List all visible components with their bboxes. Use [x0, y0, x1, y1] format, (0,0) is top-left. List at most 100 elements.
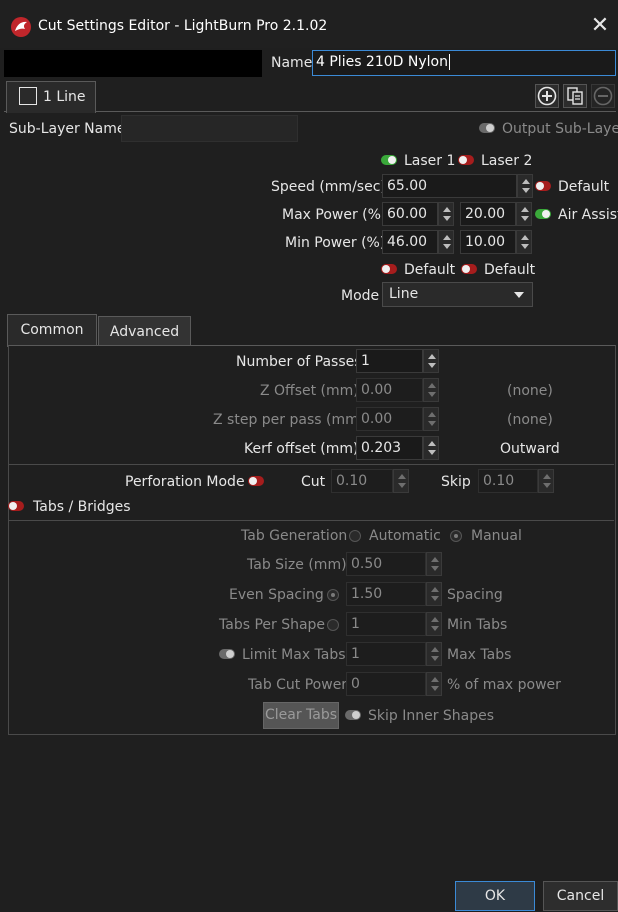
- skip-input[interactable]: 0.10: [478, 469, 538, 493]
- layer-color-swatch: [4, 50, 262, 77]
- limit-max-tabs-toggle[interactable]: [219, 649, 235, 659]
- laser2-toggle[interactable]: [458, 155, 474, 165]
- close-icon[interactable]: ✕: [588, 14, 612, 38]
- layer-enable-checkbox[interactable]: [19, 87, 37, 105]
- laser2-default-toggle[interactable]: [461, 264, 477, 274]
- max-power-input-2[interactable]: 20.00: [460, 202, 516, 226]
- tabs-divider: [9, 520, 614, 521]
- skip-inner-shapes-label: Skip Inner Shapes: [368, 708, 495, 724]
- perforation-label: Perforation Mode: [125, 474, 245, 490]
- sublayer-name-input[interactable]: [121, 115, 298, 142]
- cut-label: Cut: [301, 474, 326, 490]
- manual-label: Manual: [471, 528, 522, 544]
- kerf-label: Kerf offset (mm): [244, 441, 359, 457]
- perforation-toggle[interactable]: [248, 476, 264, 486]
- min-power-input-2[interactable]: 10.00: [460, 230, 516, 254]
- min-power-label: Min Power (%): [285, 235, 386, 251]
- z-offset-input[interactable]: 0.00: [356, 378, 423, 402]
- z-step-spinner[interactable]: [423, 407, 439, 431]
- tab-advanced[interactable]: Advanced: [98, 316, 191, 346]
- ok-button[interactable]: OK: [455, 881, 535, 911]
- z-step-input[interactable]: 0.00: [356, 407, 423, 431]
- pct-max-power-label: % of max power: [447, 677, 561, 693]
- z-offset-spinner[interactable]: [423, 378, 439, 402]
- duplicate-sublayer-button[interactable]: [563, 84, 587, 108]
- output-sublayer-toggle[interactable]: [479, 123, 495, 133]
- tab-cut-power-spinner[interactable]: [426, 672, 442, 696]
- sublayer-name-label: Sub-Layer Name: [9, 121, 126, 137]
- remove-sublayer-button[interactable]: [591, 84, 615, 108]
- z-offset-note: (none): [507, 383, 553, 399]
- tab-size-spinner[interactable]: [426, 552, 442, 576]
- manual-radio[interactable]: [450, 530, 462, 542]
- limit-max-tabs-input[interactable]: 1: [346, 642, 426, 666]
- passes-spinner[interactable]: [423, 349, 439, 373]
- lightburn-logo-icon: [11, 17, 31, 37]
- spacing-label: Spacing: [447, 587, 503, 603]
- kerf-spinner[interactable]: [423, 436, 439, 460]
- cut-spinner[interactable]: [393, 469, 409, 493]
- speed-input[interactable]: 65.00: [382, 174, 517, 198]
- window-title: Cut Settings Editor - LightBurn Pro 2.1.…: [38, 18, 328, 34]
- automatic-radio[interactable]: [349, 530, 361, 542]
- even-spacing-label: Even Spacing: [229, 587, 324, 603]
- air-assist-toggle[interactable]: [535, 209, 551, 219]
- mode-select[interactable]: Line: [382, 282, 533, 307]
- skip-spinner[interactable]: [538, 469, 554, 493]
- section-divider: [9, 464, 614, 465]
- tab-size-label: Tab Size (mm): [247, 557, 347, 573]
- tabs-per-shape-spinner[interactable]: [426, 612, 442, 636]
- tabs-per-shape-input[interactable]: 1: [346, 612, 426, 636]
- laser2-default-label: Default: [484, 262, 536, 278]
- name-label: Name: [271, 55, 313, 71]
- output-sublayer-label: Output Sub-Layer: [502, 121, 618, 137]
- passes-input[interactable]: 1: [356, 349, 423, 373]
- even-spacing-input[interactable]: 1.50: [346, 582, 426, 606]
- clear-tabs-button[interactable]: Clear Tabs: [263, 702, 339, 729]
- min-power-spinner-2[interactable]: [516, 230, 532, 254]
- cut-input[interactable]: 0.10: [331, 469, 393, 493]
- laser2-label: Laser 2: [481, 153, 533, 169]
- laser1-default-toggle[interactable]: [381, 264, 397, 274]
- speed-spinner[interactable]: [517, 174, 533, 198]
- speed-default-label: Default: [558, 179, 610, 195]
- copy-icon: [567, 87, 583, 105]
- min-power-input-1[interactable]: 46.00: [382, 230, 438, 254]
- plus-circle-icon: [537, 86, 557, 106]
- chevron-down-icon: [514, 292, 524, 298]
- cancel-button[interactable]: Cancel: [543, 881, 618, 911]
- speed-label: Speed (mm/sec): [271, 179, 386, 195]
- name-input[interactable]: 4 Plies 210D Nylon: [312, 50, 616, 76]
- even-spacing-spinner[interactable]: [426, 582, 442, 606]
- z-offset-label: Z Offset (mm): [260, 383, 359, 399]
- add-sublayer-button[interactable]: [535, 84, 559, 108]
- air-assist-label: Air Assist: [558, 207, 618, 223]
- tab-common[interactable]: Common: [7, 314, 97, 347]
- speed-default-toggle[interactable]: [535, 181, 551, 191]
- tabs-per-shape-radio[interactable]: [327, 619, 339, 631]
- skip-inner-shapes-toggle[interactable]: [345, 710, 361, 720]
- layer-tab-label: 1 Line: [43, 89, 86, 105]
- kerf-input[interactable]: 0.203: [356, 436, 423, 460]
- skip-label: Skip: [441, 474, 471, 490]
- laser1-default-label: Default: [404, 262, 456, 278]
- tabs-per-shape-label: Tabs Per Shape: [219, 617, 326, 633]
- automatic-label: Automatic: [369, 528, 441, 544]
- minus-circle-icon: [593, 86, 613, 106]
- max-power-spinner-2[interactable]: [516, 202, 532, 226]
- min-power-spinner-1[interactable]: [438, 230, 454, 254]
- max-power-label: Max Power (%): [282, 207, 387, 223]
- z-step-note: (none): [507, 412, 553, 428]
- limit-max-tabs-label: Limit Max Tabs: [242, 647, 346, 663]
- max-power-input-1[interactable]: 60.00: [382, 202, 438, 226]
- mode-label: Mode: [341, 288, 380, 304]
- limit-max-tabs-spinner[interactable]: [426, 642, 442, 666]
- even-spacing-radio[interactable]: [327, 589, 339, 601]
- tab-size-input[interactable]: 0.50: [346, 552, 426, 576]
- laser1-toggle[interactable]: [381, 155, 397, 165]
- tabs-bridges-label: Tabs / Bridges: [33, 499, 131, 515]
- max-power-spinner-1[interactable]: [438, 202, 454, 226]
- name-input-value: 4 Plies 210D Nylon: [316, 54, 448, 70]
- tabs-bridges-toggle[interactable]: [8, 501, 24, 511]
- tab-cut-power-input[interactable]: 0: [346, 672, 426, 696]
